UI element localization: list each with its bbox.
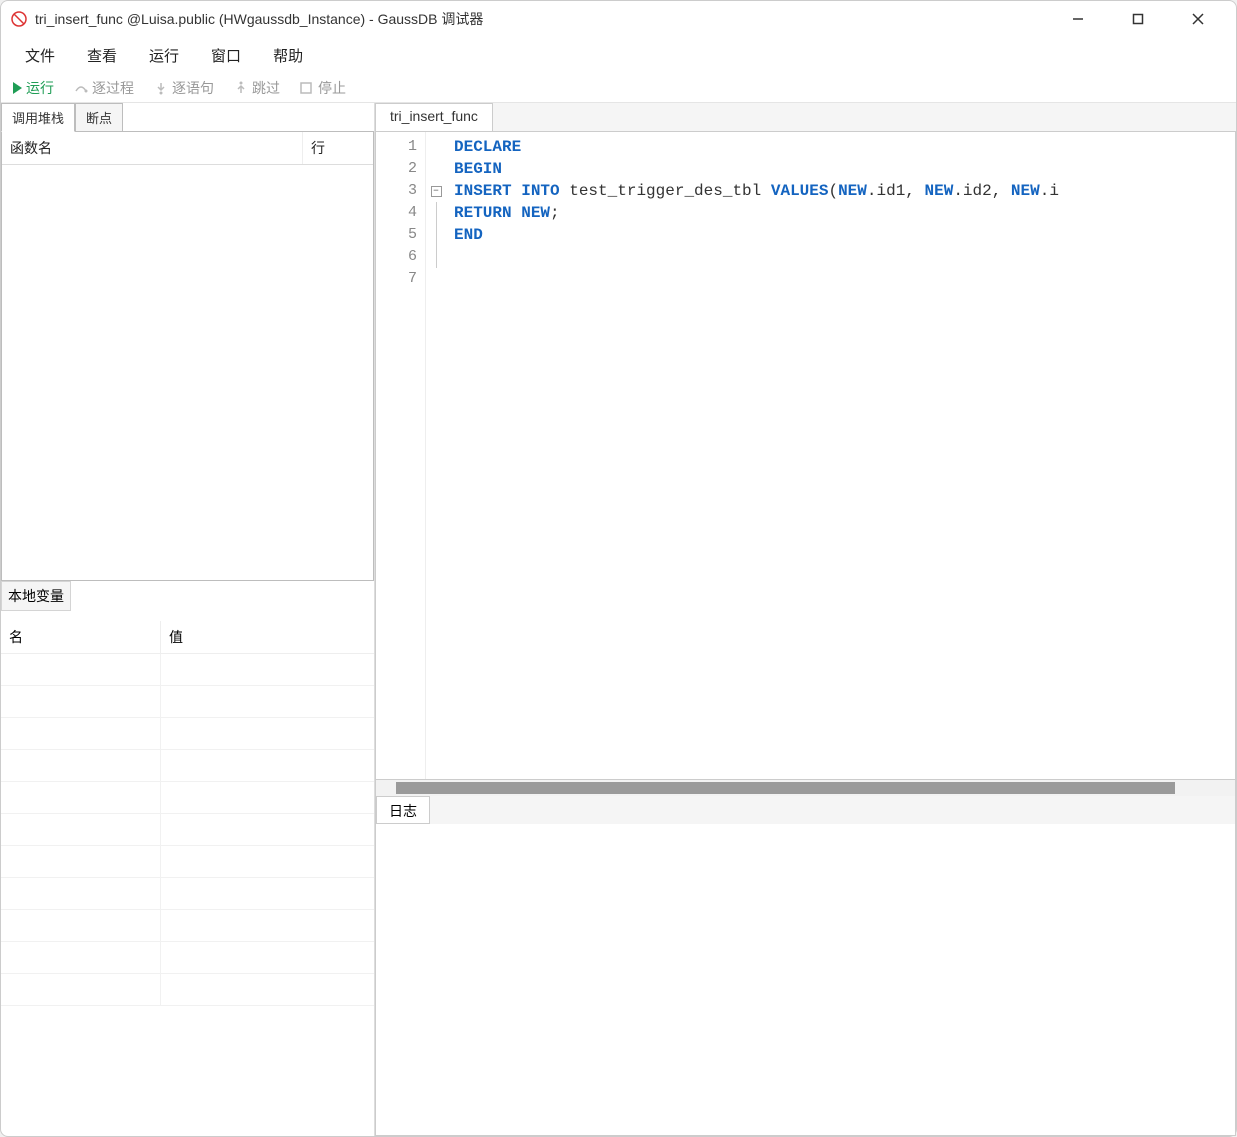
main-area: 调用堆栈 断点 函数名 行 本地变量 名 值 (1, 103, 1236, 1136)
menu-help[interactable]: 帮助 (257, 39, 319, 72)
table-row (1, 910, 374, 942)
close-button[interactable] (1180, 5, 1216, 33)
table-row (1, 942, 374, 974)
table-row (1, 814, 374, 846)
app-icon (9, 9, 29, 29)
menu-run[interactable]: 运行 (133, 39, 195, 72)
left-tabstrip: 调用堆栈 断点 (1, 103, 374, 131)
code-line: END (454, 224, 1227, 246)
tab-log[interactable]: 日志 (376, 796, 430, 824)
localvars-title[interactable]: 本地变量 (1, 581, 71, 611)
window-title: tri_insert_func @Luisa.public (HWgaussdb… (35, 9, 483, 29)
stop-label: 停止 (318, 78, 346, 98)
table-row (1, 974, 374, 1006)
line-number: 4 (376, 202, 417, 224)
step-out-button: 跳过 (228, 76, 286, 100)
callstack-body (2, 165, 373, 580)
app-window: tri_insert_func @Luisa.public (HWgaussdb… (0, 0, 1237, 1137)
line-gutter: 1 2 3 4 5 6 7 (376, 132, 426, 779)
localvars-body (1, 654, 374, 1136)
line-number: 3 (376, 180, 417, 202)
fold-gutter: − (426, 132, 446, 779)
table-row (1, 654, 374, 686)
code-line: INSERT INTO test_trigger_des_tbl VALUES(… (454, 180, 1227, 202)
editor-hscrollbar[interactable] (375, 780, 1236, 796)
col-line[interactable]: 行 (303, 132, 373, 164)
table-row (1, 782, 374, 814)
menu-file[interactable]: 文件 (9, 39, 71, 72)
editor-tabstrip: tri_insert_func (375, 103, 1236, 131)
line-number: 7 (376, 268, 417, 290)
code-line: BEGIN (454, 158, 1227, 180)
run-button[interactable]: 运行 (7, 76, 60, 100)
localvars-panel: 本地变量 名 值 (1, 581, 374, 1136)
log-tabstrip: 日志 (376, 796, 1235, 824)
toolbar: 运行 逐过程 逐语句 跳过 停止 (1, 73, 1236, 103)
stop-icon (300, 81, 314, 95)
col-var-name[interactable]: 名 (1, 621, 161, 653)
code-editor[interactable]: 1 2 3 4 5 6 7 − DECLAREBEGINI (375, 131, 1236, 780)
line-number: 1 (376, 136, 417, 158)
callstack-header: 函数名 行 (2, 132, 373, 165)
table-row (1, 878, 374, 910)
line-number: 6 (376, 246, 417, 268)
stop-button: 停止 (294, 76, 352, 100)
step-over-button: 逐过程 (68, 76, 140, 100)
code-content[interactable]: DECLAREBEGININSERT INTO test_trigger_des… (446, 132, 1235, 779)
table-row (1, 750, 374, 782)
menubar: 文件 查看 运行 窗口 帮助 (1, 37, 1236, 73)
callstack-panel: 函数名 行 (1, 131, 374, 581)
menu-view[interactable]: 查看 (71, 39, 133, 72)
maximize-button[interactable] (1120, 5, 1156, 33)
table-row (1, 718, 374, 750)
window-controls (1060, 5, 1228, 33)
localvars-header-row: 名 值 (1, 621, 374, 654)
step-out-label: 跳过 (252, 78, 280, 98)
minimize-button[interactable] (1060, 5, 1096, 33)
step-into-icon (154, 81, 168, 95)
col-var-value[interactable]: 值 (161, 621, 374, 653)
run-label: 运行 (26, 78, 54, 98)
fold-toggle-icon[interactable]: − (431, 186, 442, 197)
log-body[interactable] (376, 824, 1235, 1135)
tab-breakpoints[interactable]: 断点 (75, 103, 123, 132)
play-icon (13, 82, 22, 94)
menu-window[interactable]: 窗口 (195, 39, 257, 72)
line-number: 2 (376, 158, 417, 180)
code-line: RETURN NEW; (454, 202, 1227, 224)
left-pane: 调用堆栈 断点 函数名 行 本地变量 名 值 (1, 103, 375, 1136)
code-line: DECLARE (454, 136, 1227, 158)
right-pane: tri_insert_func 1 2 3 4 5 6 7 − (375, 103, 1236, 1136)
titlebar: tri_insert_func @Luisa.public (HWgaussdb… (1, 1, 1236, 37)
col-func-name[interactable]: 函数名 (2, 132, 303, 164)
table-row (1, 846, 374, 878)
table-row (1, 686, 374, 718)
step-into-label: 逐语句 (172, 78, 214, 98)
step-out-icon (234, 81, 248, 95)
editor-tab-active[interactable]: tri_insert_func (375, 103, 493, 131)
step-into-button: 逐语句 (148, 76, 220, 100)
log-panel: 日志 (375, 796, 1236, 1136)
scrollbar-thumb[interactable] (396, 782, 1175, 794)
line-number: 5 (376, 224, 417, 246)
step-over-label: 逐过程 (92, 78, 134, 98)
tab-callstack[interactable]: 调用堆栈 (1, 103, 75, 132)
step-over-icon (74, 81, 88, 95)
